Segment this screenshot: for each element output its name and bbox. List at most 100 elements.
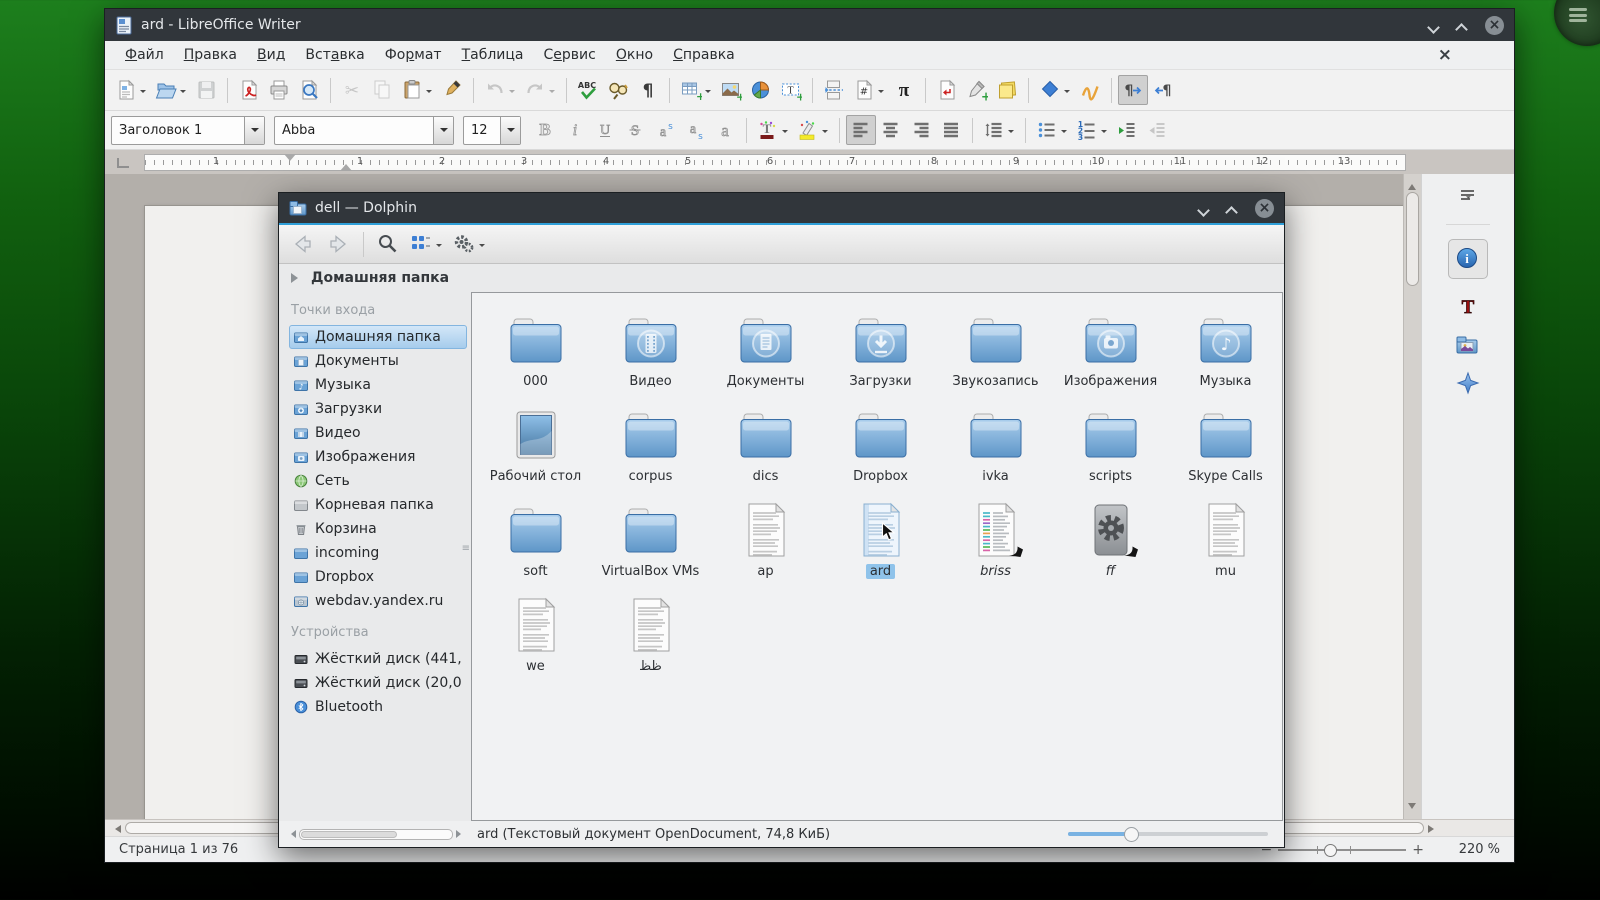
italic-button[interactable]: i: [560, 115, 590, 145]
scroll-up-arrow[interactable]: [1408, 180, 1416, 190]
dolphin-titlebar[interactable]: dell — Dolphin ×: [279, 193, 1284, 225]
file-item[interactable]: Загрузки: [823, 305, 938, 400]
place-item[interactable]: Загрузки: [289, 397, 467, 421]
file-item[interactable]: Skype Calls: [1168, 400, 1283, 495]
align-center-button[interactable]: [876, 115, 906, 145]
file-item[interactable]: ♪Музыка: [1168, 305, 1283, 400]
close-document-button[interactable]: ×: [1438, 45, 1504, 65]
menu-item[interactable]: Справка: [663, 45, 745, 65]
menu-item[interactable]: Формат: [375, 45, 452, 65]
file-item[interactable]: VirtualBox VMs: [593, 495, 708, 590]
place-item[interactable]: Dropbox: [289, 565, 467, 589]
file-item[interactable]: Рабочий стол: [478, 400, 593, 495]
zoom-in-button[interactable]: +: [1406, 842, 1430, 858]
file-item[interactable]: ظظ: [593, 590, 708, 685]
bold-button[interactable]: B: [530, 115, 560, 145]
writer-titlebar[interactable]: ard - LibreOffice Writer ×: [105, 9, 1514, 41]
place-item[interactable]: Жёсткий диск (20,0 Ги: [289, 671, 467, 695]
insert-footnote-button[interactable]: [932, 75, 962, 105]
place-item[interactable]: Корзина: [289, 517, 467, 541]
bullet-list-button[interactable]: [1032, 115, 1072, 145]
menu-item[interactable]: Файл: [115, 45, 174, 65]
menu-item[interactable]: Вид: [247, 45, 295, 65]
styles-button[interactable]: T: [1456, 295, 1480, 319]
file-item[interactable]: soft: [478, 495, 593, 590]
insert-page-break-button[interactable]: [819, 75, 849, 105]
font-name-combo[interactable]: Abba: [274, 116, 454, 145]
insert-image-button[interactable]: +: [716, 75, 746, 105]
font-size-combo[interactable]: 12: [463, 116, 521, 145]
left-indent-marker[interactable]: [340, 158, 352, 171]
new-document-button[interactable]: [111, 75, 151, 105]
combo-arrow-icon[interactable]: [433, 117, 453, 144]
places-scrollbar-thumb[interactable]: [301, 831, 397, 838]
file-item[interactable]: Dropbox: [823, 400, 938, 495]
places-horizontal-scrollbar[interactable]: [279, 829, 471, 840]
file-item[interactable]: dics: [708, 400, 823, 495]
file-item[interactable]: Звукозапись: [938, 305, 1053, 400]
settings-button[interactable]: [449, 229, 489, 259]
breadcrumb-label[interactable]: Домашняя папка: [311, 270, 449, 286]
place-item[interactable]: Корневая папка: [289, 493, 467, 517]
subscript-button[interactable]: as: [680, 115, 710, 145]
insert-special-char-button[interactable]: [1035, 75, 1075, 105]
indent-increase-button[interactable]: [1112, 115, 1142, 145]
folder-view[interactable]: 000ВидеоДокументыЗагрузкиЗвукозаписьИзоб…: [471, 292, 1283, 821]
place-item[interactable]: Сеть: [289, 469, 467, 493]
file-item[interactable]: briss: [938, 495, 1053, 590]
file-item[interactable]: corpus: [593, 400, 708, 495]
place-item[interactable]: Домашняя папка: [289, 325, 467, 349]
vertical-scrollbar[interactable]: [1403, 174, 1421, 819]
spelling-button[interactable]: ABC: [573, 75, 603, 105]
align-left-button[interactable]: [846, 115, 876, 145]
paste-button[interactable]: [397, 75, 437, 105]
print-button[interactable]: [264, 75, 294, 105]
align-justify-button[interactable]: [936, 115, 966, 145]
scroll-left-arrow[interactable]: [111, 825, 121, 833]
zoom-level-label[interactable]: 220 %: [1436, 842, 1500, 857]
close-window-button[interactable]: ×: [1255, 199, 1274, 218]
scroll-down-arrow[interactable]: [1408, 803, 1416, 813]
strikethrough-button[interactable]: S: [620, 115, 650, 145]
insert-field-button[interactable]: #: [849, 75, 889, 105]
sidebar-settings-button[interactable]: [1457, 184, 1479, 206]
place-item[interactable]: Документы: [289, 349, 467, 373]
breadcrumb[interactable]: Домашняя папка: [279, 264, 1284, 292]
place-item[interactable]: incoming: [289, 541, 467, 565]
combo-arrow-icon[interactable]: [500, 117, 520, 144]
file-item[interactable]: scripts: [1053, 400, 1168, 495]
properties-button[interactable]: i: [1448, 239, 1488, 279]
file-item[interactable]: ard: [823, 495, 938, 590]
combo-arrow-icon[interactable]: [244, 117, 264, 144]
insert-table-button[interactable]: +: [676, 75, 716, 105]
file-item[interactable]: Видео: [593, 305, 708, 400]
first-line-indent-marker[interactable]: [284, 154, 296, 167]
insert-endnote-button[interactable]: +: [962, 75, 992, 105]
menu-item[interactable]: Сервис: [534, 45, 606, 65]
formatting-marks-button[interactable]: ¶: [633, 75, 663, 105]
insert-chart-button[interactable]: [746, 75, 776, 105]
horizontal-ruler[interactable]: 112345678910111213: [144, 154, 1406, 171]
text-rtl-button[interactable]: ¶: [1148, 75, 1178, 105]
paragraph-style-combo[interactable]: Заголовок 1: [111, 116, 265, 145]
change-case-button[interactable]: a: [710, 115, 740, 145]
highlight-color-button[interactable]: [793, 115, 833, 145]
file-item[interactable]: ivka: [938, 400, 1053, 495]
file-item[interactable]: mu: [1168, 495, 1283, 590]
file-item[interactable]: we: [478, 590, 593, 685]
freeform-line-button[interactable]: [1075, 75, 1105, 105]
find-replace-button[interactable]: [603, 75, 633, 105]
maximize-button[interactable]: [1457, 20, 1467, 30]
place-item[interactable]: ♪Музыка: [289, 373, 467, 397]
insert-comment-button[interactable]: [992, 75, 1022, 105]
underline-button[interactable]: U: [590, 115, 620, 145]
vertical-scrollbar-thumb[interactable]: [1406, 192, 1419, 286]
text-ltr-button[interactable]: ¶: [1118, 75, 1148, 105]
open-button[interactable]: [151, 75, 191, 105]
numbered-list-button[interactable]: 123: [1072, 115, 1112, 145]
gallery-button[interactable]: [1456, 333, 1480, 357]
maximize-button[interactable]: [1227, 203, 1237, 213]
place-item[interactable]: Изображения: [289, 445, 467, 469]
place-item[interactable]: Видео: [289, 421, 467, 445]
scroll-right-arrow[interactable]: [456, 830, 465, 838]
